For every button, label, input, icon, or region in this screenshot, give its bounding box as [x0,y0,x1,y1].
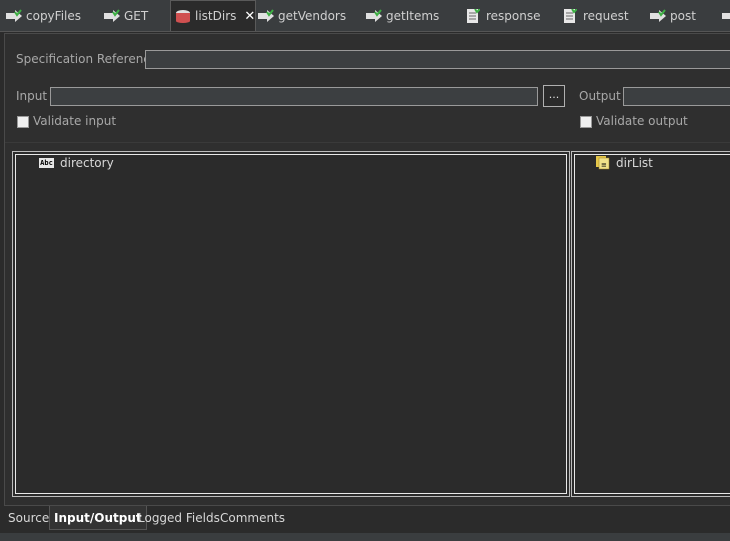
input-label: Input [16,89,48,103]
service-icon [650,8,666,23]
tab-label: GET [124,8,149,23]
service-icon [6,8,22,23]
service-icon [258,8,274,23]
tab-label: getVendors [278,8,347,23]
string-list-icon: ≡ [596,156,612,170]
output-tree-border [574,154,730,494]
tab-response[interactable]: response [466,0,541,31]
tab-label: getItems [386,8,440,23]
output-field[interactable] [623,87,730,106]
spec-reference-field[interactable] [145,50,730,69]
service-icon [366,8,382,23]
spec-reference-label: Specification Reference [16,52,158,66]
tab-label: listDirs [195,9,237,23]
document-icon [563,8,579,23]
document-icon [466,8,482,23]
service-icon [104,8,120,23]
tab-source[interactable]: Source [4,506,53,530]
output-label: Output [579,89,621,103]
tab-comments[interactable]: Comments [216,506,289,530]
divider [5,142,730,143]
tab-post[interactable]: post [650,0,696,31]
editor-tab-bar: copyFiles GET listDirs ✕ getVendors getI… [0,0,730,32]
input-tree-border [15,154,567,494]
close-icon[interactable]: ✕ [244,9,255,24]
tab-getvendors[interactable]: getVendors [258,0,346,31]
validate-output-checkbox[interactable] [580,116,592,128]
output-tree[interactable]: ≡ dirList [571,151,730,497]
tree-node-dirlist[interactable]: ≡ dirList [596,156,653,170]
tab-request[interactable]: request [563,0,629,31]
browse-input-button[interactable]: ... [543,85,565,107]
tree-node-label: directory [60,156,114,170]
tree-node-directory[interactable]: Abc directory [39,156,114,170]
tab-getitems[interactable]: getItems [366,0,439,31]
tab-listdirs[interactable]: listDirs ✕ [170,0,256,31]
tree-node-label: dirList [616,156,653,170]
tab-label: response [486,8,541,23]
input-field[interactable] [50,87,538,106]
tab-logged-fields[interactable]: Logged Fields [134,506,224,530]
validate-input-label: Validate input [33,114,117,128]
tab-copyfiles[interactable]: copyFiles [6,0,81,31]
bottom-tab-bar: Source Input/Output Logged Fields Commen… [4,506,730,532]
tab-overflow[interactable] [722,0,730,31]
input-tree[interactable]: Abc directory [12,151,570,497]
validate-input-checkbox[interactable] [17,116,29,128]
tab-input-output[interactable]: Input/Output [49,506,147,530]
tab-label: copyFiles [26,8,81,23]
svg-text:≡: ≡ [601,161,607,169]
status-strip [0,533,730,541]
tab-label: post [670,8,696,23]
tab-get[interactable]: GET [104,0,148,31]
java-service-icon [175,9,191,23]
tab-label: request [583,8,629,23]
string-icon: Abc [39,158,54,168]
service-icon [722,9,730,23]
validate-output-label: Validate output [596,114,688,128]
input-output-panel: Specification Reference Input ... Output… [4,33,730,506]
